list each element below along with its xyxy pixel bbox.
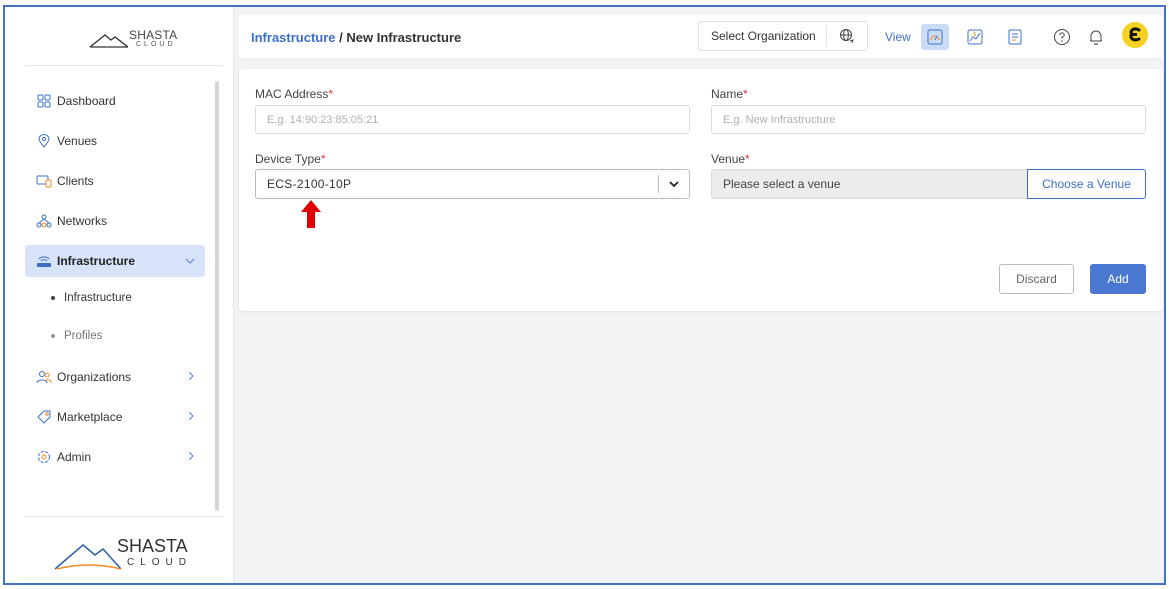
finance-chart-icon: $ [967,29,983,45]
chevron-down-icon[interactable] [659,180,689,188]
bell-icon[interactable] [1085,26,1107,48]
sidebar-divider-bottom [25,516,223,517]
add-button[interactable]: Add [1090,264,1146,294]
dashboard-icon [35,92,53,110]
required-marker: * [320,152,326,166]
sidebar-item-label: Organizations [57,370,132,384]
sidebar-item-label: Marketplace [57,410,123,424]
speedometer-icon [927,29,943,45]
logo-sub: CLOUD [127,557,193,568]
user-avatar[interactable] [1122,22,1148,48]
view-speed-button[interactable] [921,24,949,50]
sidebar-nav: Dashboard Venues Clients Networks Infras… [25,85,205,481]
organization-select[interactable]: Select Organization [698,21,868,51]
svg-text:$: $ [973,31,977,38]
mac-address-input[interactable] [255,105,690,134]
organization-select-label: Select Organization [711,29,816,43]
mac-address-label: MAC Address* [255,87,334,101]
venue-field: Please select a venue [711,169,1028,199]
top-bar: Infrastructure / New Infrastructure Sele… [239,15,1163,59]
sidebar-item-clients[interactable]: Clients [25,165,205,197]
sidebar-item-label: Clients [57,174,94,188]
breadcrumb-separator: / [335,30,347,45]
device-type-select[interactable]: ECS-2100-10P [255,169,690,199]
breadcrumb-link-infrastructure[interactable]: Infrastructure [251,30,336,45]
mountain-logo-icon [54,544,122,570]
choose-venue-button[interactable]: Choose a Venue [1027,169,1146,199]
sidebar-item-admin[interactable]: Admin [25,441,205,473]
location-pin-icon [35,132,53,150]
sidebar-item-infrastructure[interactable]: Infrastructure [25,245,205,277]
app-frame: SHASTA CLOUD Dashboard Venues Clients Ne… [3,5,1166,585]
sidebar-subitem-label: Infrastructure [64,292,132,304]
view-report-button[interactable] [1001,24,1029,50]
sidebar-subitem-profiles[interactable]: Profiles [25,323,205,349]
view-label: View [885,30,911,44]
device-type-value: ECS-2100-10P [267,177,352,191]
network-icon [35,212,53,230]
chevron-down-icon [185,254,195,268]
people-icon [35,368,53,386]
router-icon [35,252,53,270]
sidebar-item-marketplace[interactable]: Marketplace [25,401,205,433]
sidebar-item-label: Venues [57,134,98,148]
new-infrastructure-form: MAC Address* Name* Device Type* ECS-2100… [239,69,1163,311]
help-icon[interactable] [1051,26,1073,48]
devices-icon [35,172,53,190]
sidebar-item-label: Networks [57,214,108,228]
brand-logo-bottom: SHASTA CLOUD [53,533,193,577]
annotation-arrow-up-icon [301,200,321,228]
gear-icon [35,448,53,466]
venue-label: Venue* [711,152,750,166]
chevron-right-icon [187,410,195,424]
name-label: Name* [711,87,748,101]
device-type-label: Device Type* [255,152,326,166]
avatar-logo-icon [1129,27,1141,42]
mountain-logo-icon [89,34,129,48]
sidebar-item-label: Dashboard [57,94,116,108]
bullet-icon [51,296,55,300]
logo-sub: CLOUD [136,41,176,48]
sidebar-item-dashboard[interactable]: Dashboard [25,85,205,117]
bullet-icon [51,334,55,338]
sidebar: SHASTA CLOUD Dashboard Venues Clients Ne… [5,7,234,583]
breadcrumb-current: New Infrastructure [346,30,462,45]
required-marker: * [743,87,748,101]
sidebar-item-networks[interactable]: Networks [25,205,205,237]
required-marker: * [328,87,334,101]
sidebar-subitem-infrastructure[interactable]: Infrastructure [25,285,205,311]
logo-name: SHASTA [117,536,188,556]
sidebar-item-organizations[interactable]: Organizations [25,361,205,393]
logo-name: SHASTA [129,28,178,42]
name-input[interactable] [711,105,1146,134]
required-marker: * [745,152,750,166]
discard-button[interactable]: Discard [999,264,1074,294]
tag-icon [35,408,53,426]
chevron-right-icon [187,370,195,384]
sidebar-scrollbar[interactable] [215,81,219,511]
view-finance-button[interactable]: $ [961,24,989,50]
clipboard-report-icon [1008,29,1022,45]
breadcrumb: Infrastructure / New Infrastructure [251,30,461,45]
sidebar-subitem-label: Profiles [64,330,103,342]
sidebar-divider [25,65,223,66]
globe-switch-icon[interactable] [827,27,867,45]
sidebar-item-label: Admin [57,450,92,464]
sidebar-item-label: Infrastructure [57,254,136,268]
chevron-right-icon [187,450,195,464]
sidebar-item-venues[interactable]: Venues [25,125,205,157]
brand-logo-top[interactable]: SHASTA CLOUD [89,27,179,53]
